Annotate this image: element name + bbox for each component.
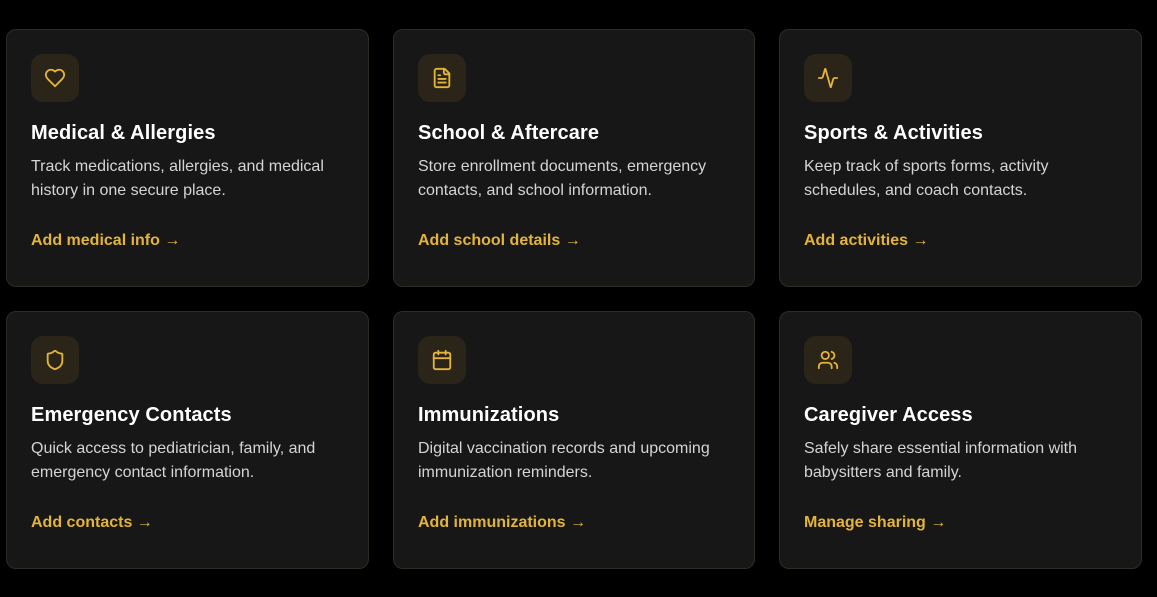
add-medical-info-link[interactable]: Add medical info → — [31, 230, 180, 252]
add-activities-link[interactable]: Add activities → — [804, 230, 928, 252]
users-icon — [804, 336, 852, 384]
card-description: Keep track of sports forms, activity sch… — [804, 158, 1049, 199]
shield-icon — [31, 336, 79, 384]
card-description: Store enrollment documents, emergency co… — [418, 158, 707, 199]
feature-card-grid: Medical & Allergies Track medications, a… — [6, 29, 1142, 569]
card-title: Caregiver Access — [804, 404, 973, 426]
activity-icon — [804, 54, 852, 102]
add-school-details-link[interactable]: Add school details → — [418, 230, 581, 252]
card-title: Immunizations — [418, 404, 560, 426]
card-medical-allergies: Medical & Allergies Track medications, a… — [6, 29, 369, 287]
heart-icon — [31, 54, 79, 102]
card-title: Emergency Contacts — [31, 404, 232, 426]
card-sports-activities: Sports & Activities Keep track of sports… — [779, 29, 1142, 287]
add-contacts-link[interactable]: Add contacts → — [31, 512, 153, 534]
card-immunizations: Immunizations Digital vaccination record… — [393, 311, 755, 569]
card-title: School & Aftercare — [418, 122, 600, 144]
document-icon — [418, 54, 466, 102]
card-description: Quick access to pediatrician, family, an… — [31, 440, 316, 481]
card-title: Sports & Activities — [804, 122, 983, 144]
calendar-icon — [418, 336, 466, 384]
add-immunizations-link[interactable]: Add immunizations → — [418, 512, 586, 534]
card-emergency-contacts: Emergency Contacts Quick access to pedia… — [6, 311, 369, 569]
card-caregiver-access: Caregiver Access Safely share essential … — [779, 311, 1142, 569]
card-description: Safely share essential information with … — [804, 440, 1078, 481]
card-description: Track medications, allergies, and medica… — [31, 158, 324, 199]
card-school-aftercare: School & Aftercare Store enrollment docu… — [393, 29, 755, 287]
card-title: Medical & Allergies — [31, 122, 216, 144]
manage-sharing-link[interactable]: Manage sharing → — [804, 512, 946, 534]
card-description: Digital vaccination records and upcoming… — [418, 440, 710, 481]
